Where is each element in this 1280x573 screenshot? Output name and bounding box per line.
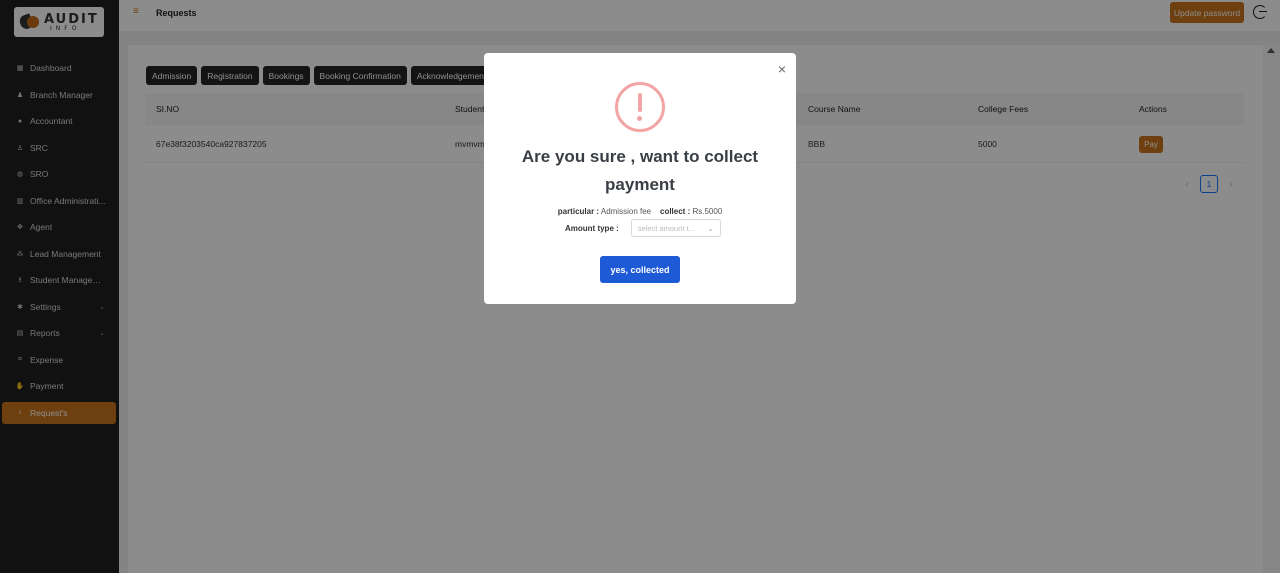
amount-type-select[interactable]: select amount t... ⌄ [630, 219, 721, 237]
confirm-collected-button[interactable]: yes, collected [600, 256, 680, 283]
close-icon[interactable]: × [778, 62, 786, 76]
modal-title: Are you sure , want to collect payment [521, 147, 759, 194]
amount-type-label: Amount type : [565, 223, 619, 233]
collect-value: Rs.5000 [692, 207, 723, 216]
particular-value: Admission fee [600, 207, 652, 216]
amount-type-row: Amount type : select amount t... ⌄ [565, 219, 721, 237]
particular-label: particular : [557, 207, 600, 216]
chevron-down-icon: ⌄ [707, 223, 714, 233]
payment-details: particular : Admission fee collect : Rs.… [484, 207, 796, 216]
amount-type-placeholder: select amount t... [637, 223, 695, 233]
warning-icon [615, 82, 665, 132]
collect-label: collect : [660, 207, 691, 216]
collect-payment-modal: × Are you sure , want to collect payment… [484, 53, 796, 304]
